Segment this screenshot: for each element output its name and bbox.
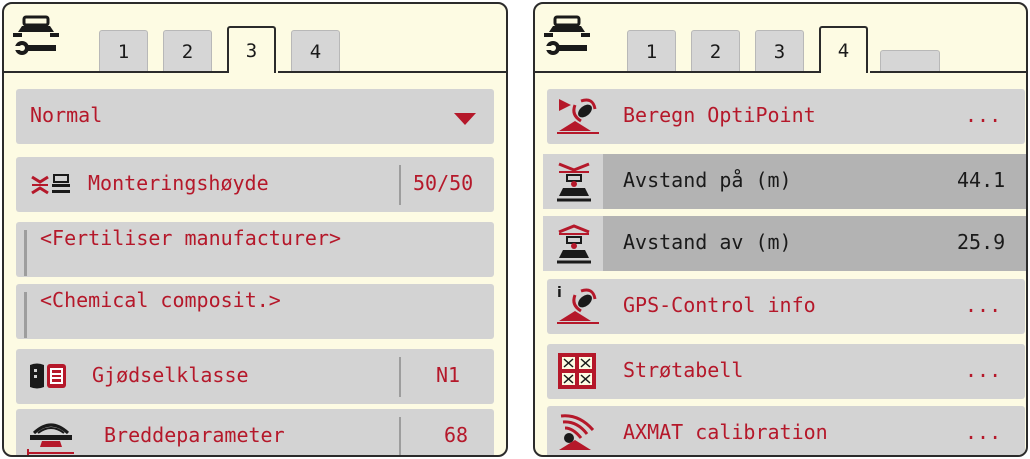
spreader-settings-icon <box>12 15 59 55</box>
fertiliser-manufacturer-field[interactable]: <Fertiliser manufacturer> <box>16 222 494 277</box>
separator <box>399 357 401 397</box>
chemical-composition-field[interactable]: <Chemical composit.> <box>16 284 494 339</box>
chemical-composition-value: <Chemical composit.> <box>40 288 281 312</box>
mode-dropdown[interactable]: Normal <box>16 89 494 144</box>
axmat-calibration-label: AXMAT calibration <box>623 420 828 444</box>
calculate-optipoint-row[interactable]: Beregn OptiPoint ... <box>547 89 1025 144</box>
tab-4[interactable]: 4 <box>819 26 868 73</box>
axmat-calibration-value: ... <box>965 420 1002 444</box>
tab-empty <box>880 50 940 72</box>
width-parameter-icon <box>27 423 74 455</box>
separator <box>399 165 401 205</box>
tab-baseline <box>278 71 506 73</box>
gps-control-info-value: ... <box>965 293 1002 317</box>
tab-1[interactable]: 1 <box>99 30 148 72</box>
fertiliser-class-label: Gjødselklasse <box>92 363 249 387</box>
fertiliser-manufacturer-value: <Fertiliser manufacturer> <box>40 226 342 250</box>
tab-baseline <box>4 71 227 73</box>
panel-header: 1 2 3 4 <box>535 4 1026 74</box>
distance-on-value: 44.1 <box>957 168 1006 192</box>
tab-1[interactable]: 1 <box>627 30 676 72</box>
calculate-optipoint-label: Beregn OptiPoint <box>623 103 816 127</box>
tab-2[interactable]: 2 <box>691 30 740 72</box>
spread-chart-label: Strøtabell <box>623 358 744 382</box>
mounting-height-value: 50/50 <box>413 171 474 195</box>
panel-header: 1 2 3 4 <box>4 4 506 74</box>
separator <box>399 417 401 455</box>
gps-info-icon: i <box>557 285 599 324</box>
tab-3[interactable]: 3 <box>227 26 276 73</box>
spread-chart-row[interactable]: Strøtabell ... <box>547 344 1025 399</box>
svg-text:i: i <box>557 285 562 301</box>
spread-chart-value: ... <box>965 358 1002 382</box>
calculate-optipoint-value: ... <box>965 103 1002 127</box>
fertiliser-class-value: N1 <box>436 363 461 387</box>
distance-on-icon <box>557 162 591 202</box>
gps-control-info-label: GPS-Control info <box>623 293 816 317</box>
separator <box>24 230 27 276</box>
axmat-calibration-row[interactable]: AXMAT calibration ... <box>547 406 1025 455</box>
separator <box>24 292 27 338</box>
mounting-height-row[interactable]: Monteringshøyde 50/50 <box>16 157 494 212</box>
optipoint-icon <box>557 98 599 134</box>
mode-dropdown-value: Normal <box>30 103 103 127</box>
tab-4[interactable]: 4 <box>291 30 340 72</box>
width-parameter-row[interactable]: Breddeparameter 68 <box>16 409 494 455</box>
tab-3[interactable]: 3 <box>755 30 804 72</box>
fertiliser-class-row[interactable]: Gjødselklasse N1 <box>16 349 494 404</box>
width-parameter-value: 68 <box>444 423 469 447</box>
spread-table-icon <box>558 353 596 389</box>
distance-on-row[interactable]: Avstand på (m) 44.1 <box>543 154 1026 209</box>
width-parameter-label: Breddeparameter <box>104 423 285 447</box>
tab-baseline <box>870 71 1026 73</box>
axmat-icon <box>559 414 595 450</box>
distance-off-row[interactable]: Avstand av (m) 25.9 <box>543 216 1026 271</box>
tab-baseline <box>535 71 819 73</box>
fertiliser-class-icon <box>30 363 66 389</box>
distance-off-value: 25.9 <box>957 230 1006 254</box>
mounting-height-label: Monteringshøyde <box>88 171 269 195</box>
settings-panel-tab4: 1 2 3 4 Beregn OptiPoint ... Avstand på … <box>533 2 1028 457</box>
gps-control-info-row[interactable]: i GPS-Control info ... <box>547 279 1025 334</box>
spreader-settings-icon <box>543 15 590 55</box>
distance-off-icon <box>557 224 591 264</box>
dropdown-arrow-icon <box>454 113 476 125</box>
tab-2[interactable]: 2 <box>163 30 212 72</box>
distance-on-label: Avstand på (m) <box>623 168 792 192</box>
distance-off-label: Avstand av (m) <box>623 230 792 254</box>
mounting-height-icon <box>31 174 70 195</box>
settings-panel-tab3: 1 2 3 4 Normal Monteringshøyde 50/50 <Fe… <box>2 2 508 457</box>
